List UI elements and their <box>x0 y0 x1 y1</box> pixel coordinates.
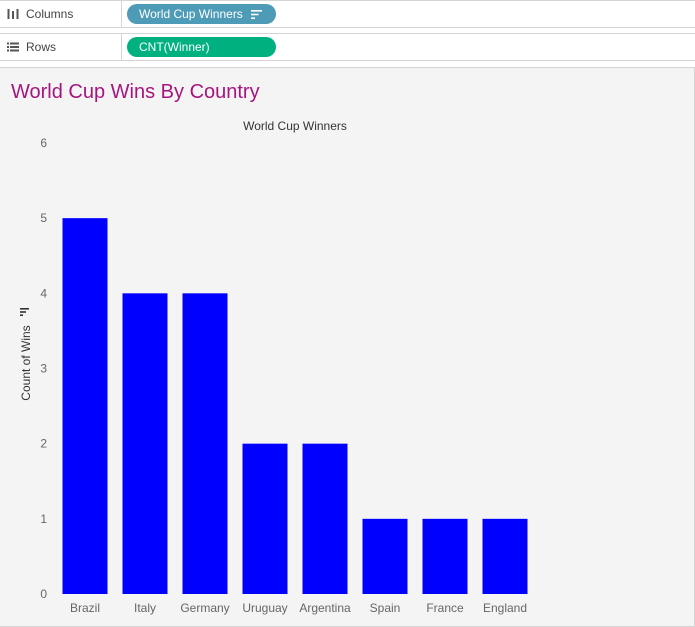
y-axis-label: Count of Wins <box>19 325 33 400</box>
bar[interactable] <box>362 518 408 594</box>
x-tick-label: Brazil <box>70 601 100 615</box>
y-tick-label: 3 <box>40 362 47 376</box>
x-tick-label: Italy <box>134 601 156 615</box>
columns-icon <box>6 9 20 19</box>
bar[interactable] <box>302 443 348 594</box>
columns-shelf-label: Columns <box>26 7 74 21</box>
x-axis-ticks: Brazil Italy Germany Uruguay Argentina Spain F… <box>70 601 527 615</box>
x-tick-label: Spain <box>370 601 401 615</box>
bar[interactable] <box>62 218 108 594</box>
bar[interactable] <box>422 518 468 594</box>
y-tick-label: 1 <box>40 512 47 526</box>
bar-chart: World Cup Winners Count of Wins 0123456 … <box>19 119 528 615</box>
bars <box>62 218 528 594</box>
bar[interactable] <box>482 518 528 594</box>
bar[interactable] <box>182 293 228 594</box>
x-tick-label: France <box>426 601 464 615</box>
y-tick-label: 6 <box>40 136 47 150</box>
x-tick-label: Germany <box>180 601 229 615</box>
y-axis-ticks: 0 1 2 3 4 5 6 <box>40 136 47 601</box>
y-tick-label: 4 <box>40 286 47 300</box>
rows-shelf[interactable]: Rows CNT(Winner) <box>0 33 695 61</box>
y-tick-label: 0 <box>40 587 47 601</box>
chart-title: World Cup Winners <box>243 119 347 133</box>
columns-pill[interactable]: World Cup Winners <box>127 4 276 24</box>
y-tick-label: 2 <box>40 437 47 451</box>
x-tick-label: Argentina <box>299 601 351 615</box>
rows-shelf-label: Rows <box>26 40 57 54</box>
bar[interactable] <box>122 293 168 594</box>
x-tick-label: England <box>483 601 527 615</box>
rows-pill-label: CNT(Winner) <box>139 40 210 54</box>
x-tick-label: Uruguay <box>242 601 287 615</box>
rows-pill[interactable]: CNT(Winner) <box>127 37 276 57</box>
columns-shelf-label-box: Columns <box>0 1 122 27</box>
axis-sort-icon[interactable] <box>20 308 29 316</box>
rows-shelf-label-box: Rows <box>0 34 122 60</box>
bar[interactable] <box>242 443 288 594</box>
columns-pill-label: World Cup Winners <box>139 7 243 21</box>
y-tick-label: 5 <box>40 211 47 225</box>
columns-shelf[interactable]: Columns World Cup Winners <box>0 0 695 28</box>
rows-icon <box>6 42 20 52</box>
sort-descending-icon <box>250 9 262 19</box>
